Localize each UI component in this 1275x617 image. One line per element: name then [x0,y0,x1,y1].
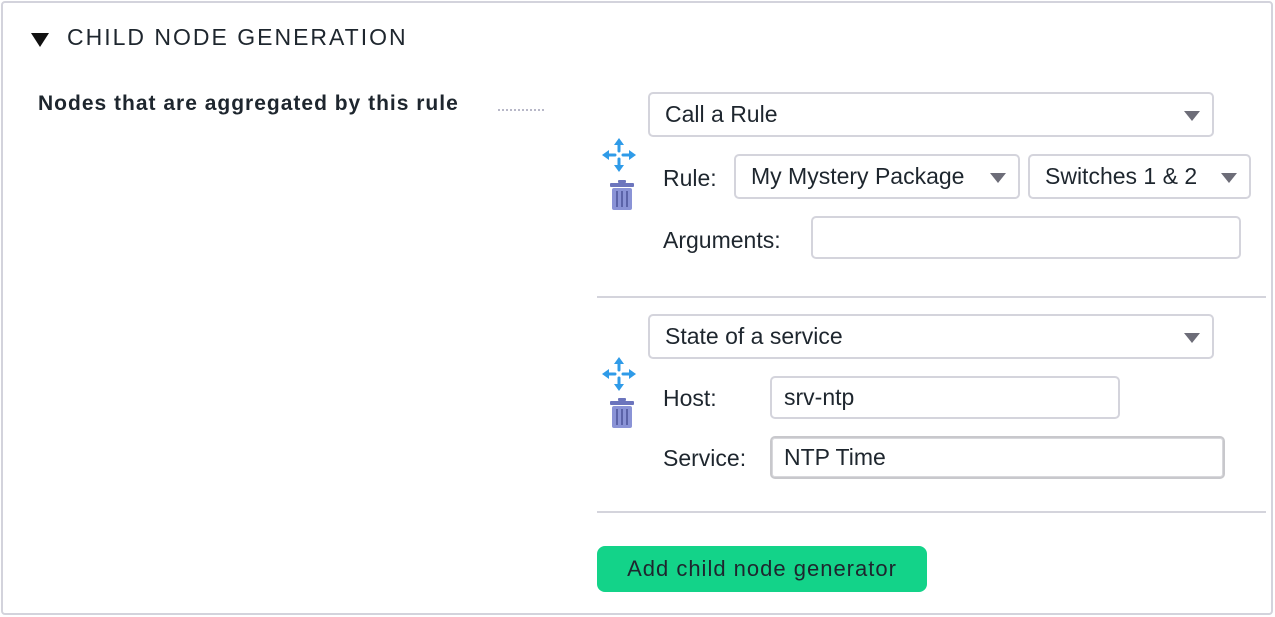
move-arrows-icon[interactable] [600,136,638,174]
move-arrows-icon[interactable] [600,355,638,393]
rule-select[interactable]: Switches 1 & 2 [1028,154,1251,199]
node-type-value-1: Call a Rule [665,101,778,127]
node-type-select-1[interactable]: Call a Rule [648,92,1214,137]
node-type-value-2: State of a service [665,323,843,349]
generator-separator [597,511,1266,513]
rule-value: Switches 1 & 2 [1045,163,1198,189]
nodes-label: Nodes that are aggregated by this rule [38,92,459,115]
add-child-node-generator-button[interactable]: Add child node generator [597,546,927,592]
generator-separator [597,296,1266,298]
rule-pack-select[interactable]: My Mystery Package [734,154,1020,199]
rule-pack-value: My Mystery Package [751,163,965,189]
label-dots-divider [498,109,544,111]
chevron-down-icon [1184,333,1200,343]
chevron-down-icon [1184,111,1200,121]
node-type-select-2[interactable]: State of a service [648,314,1214,359]
chevron-down-icon [1221,173,1237,183]
trash-icon[interactable] [609,179,635,211]
section-header[interactable]: CHILD NODE GENERATION [31,23,408,51]
child-node-generation-panel: CHILD NODE GENERATION Nodes that are agg… [1,1,1273,615]
service-input[interactable] [770,436,1225,479]
trash-icon[interactable] [609,397,635,429]
triangle-down-icon[interactable] [31,33,49,47]
host-input[interactable] [770,376,1120,419]
arguments-input[interactable] [811,216,1241,259]
arguments-label: Arguments: [663,227,781,253]
host-label: Host: [663,385,717,411]
service-label: Service: [663,445,747,471]
section-title: CHILD NODE GENERATION [67,23,408,50]
rule-label: Rule: [663,165,717,191]
chevron-down-icon [990,173,1006,183]
